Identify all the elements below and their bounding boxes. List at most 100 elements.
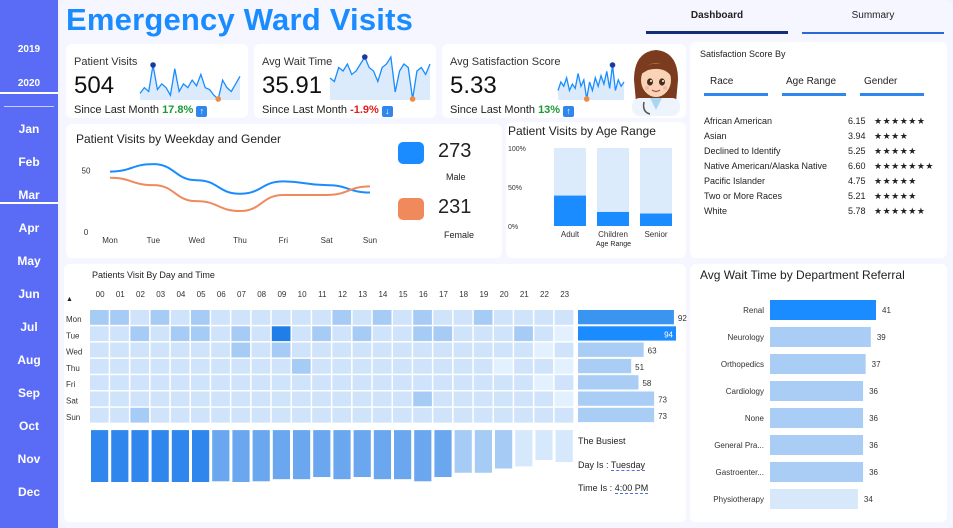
department-bar <box>770 489 858 509</box>
department-bar <box>770 381 864 401</box>
female-legend-swatch <box>398 198 424 220</box>
day-total-bar <box>578 391 655 406</box>
heatmap-cell <box>514 310 533 325</box>
day-total-bar <box>578 342 644 357</box>
sat-tab-race[interactable]: Race <box>704 76 768 96</box>
male-series-line <box>109 163 371 195</box>
heatmap-cell <box>292 310 311 325</box>
department-bar <box>770 300 876 320</box>
heatmap-cell <box>251 358 271 374</box>
race-name: Native American/Alaska Native <box>704 161 828 171</box>
sat-tab-gender[interactable]: Gender <box>860 76 924 96</box>
hour-total-bar <box>515 430 533 467</box>
heatmap-cell <box>211 358 230 374</box>
hour-total-bar <box>555 430 573 463</box>
hour-label: 07 <box>237 290 246 299</box>
heatmap-cell <box>90 391 109 407</box>
heatmap-cell <box>534 407 554 423</box>
heatmap-cell <box>251 375 271 390</box>
female-label: Female <box>444 230 475 240</box>
heatmap-cell <box>494 342 513 358</box>
busiest-time: Time Is : 4:00 PM <box>578 483 649 494</box>
x-tick-label: Sun <box>363 236 377 245</box>
hour-label: 22 <box>540 290 549 299</box>
heatmap-cell <box>352 342 372 358</box>
month-nov[interactable]: Nov <box>0 452 58 468</box>
x-tick-label: Children <box>598 230 628 239</box>
chart-title: Avg Wait Time by Department Referral <box>700 268 905 282</box>
heatmap-cell <box>110 407 129 423</box>
page-title: Emergency Ward Visits <box>66 2 414 37</box>
tab-dashboard[interactable]: Dashboard <box>646 8 788 34</box>
heatmap-cell <box>433 407 453 423</box>
kpi-label: Avg Satisfaction Score <box>450 56 561 68</box>
male-count: 273 <box>438 140 472 162</box>
heatmap-cell <box>534 375 554 390</box>
month-dec[interactable]: Dec <box>0 485 58 501</box>
hour-label: 06 <box>217 290 226 299</box>
sparkline-max-point <box>150 62 156 68</box>
heatmap-cell <box>514 342 533 358</box>
hour-total-bar <box>232 430 250 482</box>
star-rating-icon: ★★★★★★ <box>874 116 926 126</box>
hour-total-bar <box>252 430 270 482</box>
month-may[interactable]: May <box>0 254 58 270</box>
month-jan[interactable]: Jan <box>0 122 58 138</box>
hour-label: 17 <box>439 290 448 299</box>
heatmap-cell <box>170 391 190 407</box>
month-oct[interactable]: Oct <box>0 419 58 435</box>
heatmap-cell <box>372 342 392 358</box>
hour-label: 14 <box>378 290 387 299</box>
heatmap-cell <box>150 342 170 358</box>
month-apr[interactable]: Apr <box>0 221 58 237</box>
year-2020[interactable]: 2020 <box>0 78 58 94</box>
hour-label: 08 <box>257 290 266 299</box>
kpi-card-patient-visits[interactable]: Patient Visits 504 Since Last Month 17.8… <box>66 44 248 118</box>
chart-title: Patient Visits by Weekday and Gender <box>76 132 282 146</box>
heatmap-cell <box>413 375 432 390</box>
heatmap-cell <box>393 407 412 423</box>
heatmap-cell <box>372 358 392 374</box>
hour-label: 10 <box>298 290 307 299</box>
satisfaction-row: Asian 3.94 ★★★★ <box>704 131 940 146</box>
tab-summary[interactable]: Summary <box>802 8 944 34</box>
avg-wait-sparkline <box>329 54 431 102</box>
month-jul[interactable]: Jul <box>0 320 58 336</box>
hour-total-bar <box>192 430 210 482</box>
hour-label: 13 <box>358 290 367 299</box>
hour-label: 16 <box>419 290 428 299</box>
kpi-value: 504 <box>74 72 115 99</box>
sat-tab-age-range[interactable]: Age Range <box>782 76 846 96</box>
heatmap-cell <box>352 326 372 342</box>
heatmap-cell <box>191 375 210 390</box>
kpi-card-satisfaction[interactable]: Avg Satisfaction Score 5.33 Since Last M… <box>442 44 686 118</box>
day-label: Fri <box>66 380 76 389</box>
heatmap-cell <box>514 391 533 407</box>
arrow-down-icon: ↓ <box>381 106 393 117</box>
department-label: Neurology <box>728 333 764 342</box>
department-value: 36 <box>869 468 878 477</box>
heatmap-cell <box>130 407 150 423</box>
department-wait-bar-chart: Renal 41 Neurology 39 Orthopedics 37 Cardiolog… <box>713 300 891 509</box>
hour-label: 12 <box>338 290 347 299</box>
year-2019[interactable]: 2019 <box>0 44 58 55</box>
heatmap-cell <box>352 358 372 374</box>
heatmap-cell <box>494 326 513 342</box>
heatmap-cell <box>332 342 352 358</box>
race-score: 5.25 <box>848 146 866 156</box>
heatmap-cell <box>393 358 412 374</box>
day-total-label: 73 <box>658 396 667 405</box>
day-total-label: 51 <box>635 363 644 372</box>
month-feb[interactable]: Feb <box>0 155 58 171</box>
heatmap-cell <box>191 391 210 407</box>
month-aug[interactable]: Aug <box>0 353 58 369</box>
heatmap-cell <box>433 358 453 374</box>
month-sep[interactable]: Sep <box>0 386 58 402</box>
kpi-card-avg-wait-time[interactable]: Avg Wait Time 35.91 Since Last Month -1.… <box>254 44 436 118</box>
heatmap-cell <box>332 407 352 423</box>
heatmap-cell <box>211 326 230 342</box>
month-mar[interactable]: Mar <box>0 188 58 204</box>
heatmap-cell <box>453 342 473 358</box>
department-value: 36 <box>869 387 878 396</box>
month-jun[interactable]: Jun <box>0 287 58 303</box>
